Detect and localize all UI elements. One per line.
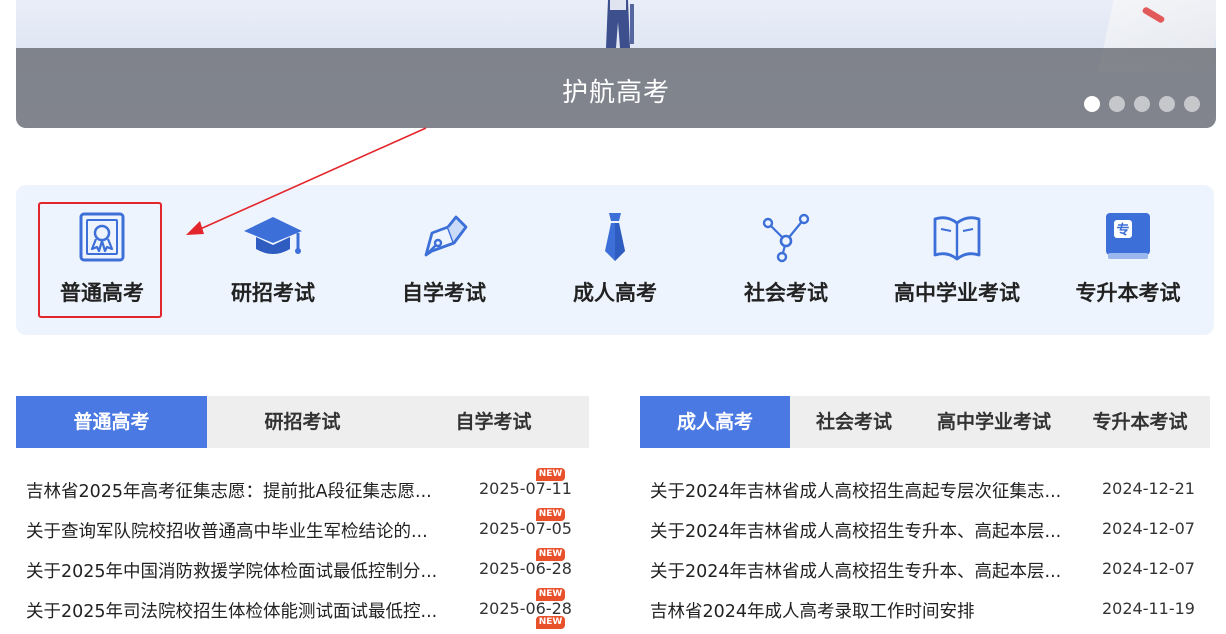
- news-date: 2025-07-11: [479, 479, 572, 498]
- new-badge: NEW: [536, 616, 565, 629]
- category-gaozhong-xueye[interactable]: 高中学业考试: [887, 185, 1027, 335]
- news-date: 2024-11-19: [1102, 599, 1195, 618]
- news-title[interactable]: 关于查询军队院校招收普通高中毕业生军检结论的...: [26, 518, 446, 543]
- tab-zhuanshengben[interactable]: 专升本考试: [1070, 396, 1210, 448]
- news-tabs-left: 普通高考 研招考试 自学考试: [16, 396, 589, 448]
- category-zixue[interactable]: 自学考试: [374, 185, 514, 335]
- necktie-icon: [605, 213, 625, 261]
- news-title[interactable]: 关于2024年吉林省成人高校招生高起专层次征集志...: [650, 478, 1070, 503]
- news-date: 2025-06-28: [479, 559, 572, 578]
- news-tabs-right: 成人高考 社会考试 高中学业考试 专升本考试: [640, 396, 1210, 448]
- news-date: 2024-12-07: [1102, 519, 1195, 538]
- category-label: 自学考试: [402, 281, 486, 305]
- news-title[interactable]: 关于2025年中国消防救援学院体检面试最低控制分...: [26, 558, 446, 583]
- carousel-dot-3[interactable]: [1134, 96, 1150, 112]
- news-date: 2024-12-21: [1102, 479, 1195, 498]
- list-item[interactable]: NEW 吉林省2025年高考征集志愿：提前批A段征集志愿... 2025-07-…: [16, 466, 589, 506]
- banner-figure-illustration: [606, 0, 634, 48]
- carousel-dot-5[interactable]: [1184, 96, 1200, 112]
- list-item[interactable]: NEW 关于2025年司法院校招生体检体能测试面试最低控... 2025-06-…: [16, 586, 589, 626]
- carousel-dot-1[interactable]: [1084, 96, 1100, 112]
- carousel-dot-2[interactable]: [1109, 96, 1125, 112]
- zhuan-book-icon: 专: [1106, 213, 1150, 259]
- highlight-box: [38, 202, 162, 318]
- category-label: 专升本考试: [1075, 281, 1181, 305]
- network-icon: [762, 213, 810, 263]
- open-book-icon: [933, 216, 981, 261]
- list-item[interactable]: 吉林省2024年成人高考录取工作时间安排 2024-11-19: [640, 586, 1210, 626]
- list-item[interactable]: 关于2024年吉林省成人高校招生专升本、高起本层... 2024-12-07: [640, 506, 1210, 546]
- page: 护航高考 普通高考 研招考试 自学考试 成人高考 社会考试 高中学业考试 专 专…: [0, 0, 1226, 634]
- list-item[interactable]: NEW 关于查询军队院校招收普通高中毕业生军检结论的... 2025-07-05: [16, 506, 589, 546]
- category-zhuanshengben[interactable]: 专 专升本考试: [1058, 185, 1198, 335]
- svg-text:专: 专: [1116, 222, 1129, 238]
- news-title[interactable]: 关于2024年吉林省成人高校招生专升本、高起本层...: [650, 518, 1070, 543]
- news-title[interactable]: 关于2025年司法院校招生体检体能测试面试最低控...: [26, 598, 446, 623]
- category-label: 高中学业考试: [894, 281, 1020, 305]
- news-title[interactable]: 吉林省2025年高考征集志愿：提前批A段征集志愿...: [26, 478, 446, 503]
- news-title[interactable]: 吉林省2024年成人高考录取工作时间安排: [650, 598, 1070, 623]
- carousel-dot-4[interactable]: [1159, 96, 1175, 112]
- news-date: 2025-07-05: [479, 519, 572, 538]
- tab-yanzhao[interactable]: 研招考试: [207, 396, 398, 448]
- tab-shehui[interactable]: 社会考试: [790, 396, 918, 448]
- tab-chengren-gaokao[interactable]: 成人高考: [640, 396, 790, 448]
- category-label: 研招考试: [231, 281, 315, 305]
- tab-putong-gaokao[interactable]: 普通高考: [16, 396, 207, 448]
- news-panel-right: 成人高考 社会考试 高中学业考试 专升本考试 关于2024年吉林省成人高校招生高…: [640, 396, 1210, 622]
- list-item[interactable]: NEW 关于2025年中国消防救援学院体检面试最低控制分... 2025-06-…: [16, 546, 589, 586]
- carousel-dots: [1084, 96, 1200, 112]
- hero-banner[interactable]: 护航高考: [16, 0, 1216, 128]
- graduation-cap-icon: [244, 217, 302, 254]
- tab-zixue[interactable]: 自学考试: [398, 396, 589, 448]
- news-title[interactable]: 关于2024年吉林省成人高校招生专升本、高起本层...: [650, 558, 1070, 583]
- category-chengren[interactable]: 成人高考: [545, 185, 685, 335]
- news-date: 2024-12-07: [1102, 559, 1195, 578]
- list-item[interactable]: 关于2024年吉林省成人高校招生专升本、高起本层... 2024-12-07: [640, 546, 1210, 586]
- category-shehui[interactable]: 社会考试: [716, 185, 856, 335]
- category-label: 成人高考: [573, 281, 657, 305]
- pen-nib-icon: [424, 215, 468, 257]
- exam-category-bar: 普通高考 研招考试 自学考试 成人高考 社会考试 高中学业考试 专 专升本考试: [16, 185, 1214, 335]
- banner-caption: 护航高考: [561, 78, 670, 108]
- category-label: 社会考试: [744, 281, 828, 305]
- tab-gaozhong-xueye[interactable]: 高中学业考试: [918, 396, 1070, 448]
- category-yanzhao[interactable]: 研招考试: [203, 185, 343, 335]
- list-item[interactable]: 关于2024年吉林省成人高校招生高起专层次征集志... 2024-12-21: [640, 466, 1210, 506]
- news-panel-left: 普通高考 研招考试 自学考试 NEW 吉林省2025年高考征集志愿：提前批A段征…: [16, 396, 589, 629]
